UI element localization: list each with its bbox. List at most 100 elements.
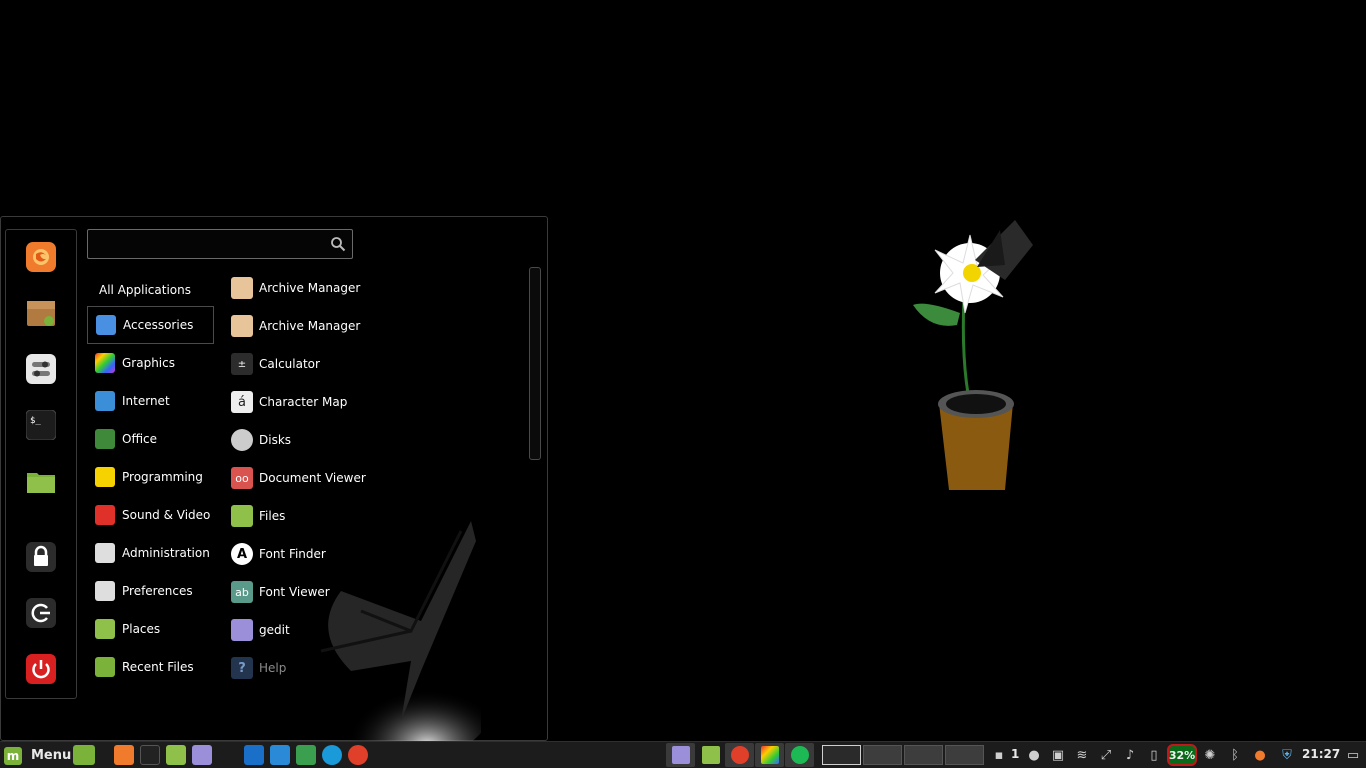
wifi-icon[interactable]: ≋ — [1072, 745, 1092, 765]
software-manager-icon[interactable] — [26, 298, 56, 328]
category-label: Internet — [122, 394, 170, 408]
text-editor-launcher-icon[interactable] — [192, 745, 212, 765]
category-administration[interactable]: Administration — [87, 534, 214, 572]
category-internet[interactable]: Internet — [87, 382, 214, 420]
settings-launcher-icon[interactable] — [270, 745, 290, 765]
window-gedit[interactable] — [666, 743, 695, 767]
terminal-launcher-icon[interactable] — [140, 745, 160, 765]
graphics-icon — [95, 353, 115, 373]
window-files[interactable] — [696, 743, 725, 767]
category-graphics[interactable]: Graphics — [87, 344, 214, 382]
category-recent-files[interactable]: Recent Files — [87, 648, 214, 686]
archive-manager-icon — [231, 315, 253, 337]
shield-icon[interactable]: ⛨ — [1277, 745, 1297, 765]
show-workspaces-icon[interactable]: ▭ — [1343, 745, 1363, 765]
calculator-icon: ± — [231, 353, 253, 375]
menu-button[interactable]: m Menu — [4, 745, 71, 766]
search-field[interactable] — [87, 229, 353, 259]
app-label: Document Viewer — [259, 471, 366, 485]
application-menu: $_ All Applications Accessories Graphics — [0, 216, 548, 746]
category-label: Administration — [122, 546, 210, 560]
search-input[interactable] — [94, 234, 319, 254]
category-label: Sound & Video — [122, 508, 211, 522]
window-chrome[interactable] — [725, 743, 754, 767]
disks-icon — [231, 429, 253, 451]
system-monitor-launcher-icon[interactable] — [218, 745, 238, 765]
font-finder-icon: A — [231, 543, 253, 565]
category-accessories[interactable]: Accessories — [87, 306, 214, 344]
character-map-icon: á — [231, 391, 253, 413]
search-icon — [331, 237, 346, 252]
app-label: Archive Manager — [259, 281, 361, 295]
app-label: Files — [259, 509, 286, 523]
category-programming[interactable]: Programming — [87, 458, 214, 496]
battery-indicator[interactable]: 32% — [1167, 744, 1197, 766]
app-document-viewer[interactable]: oo Document Viewer — [225, 460, 515, 496]
terminal-icon[interactable]: $_ — [26, 410, 56, 440]
category-sound-video[interactable]: Sound & Video — [87, 496, 214, 534]
app-label: Calculator — [259, 357, 320, 371]
cube-launcher-icon[interactable] — [296, 745, 316, 765]
workspace-1[interactable] — [822, 745, 861, 765]
category-preferences[interactable]: Preferences — [87, 572, 214, 610]
mint-logo-icon: m — [4, 746, 22, 765]
bluetooth-icon[interactable]: ᛒ — [1225, 745, 1245, 765]
svg-text:$_: $_ — [30, 416, 41, 426]
power-icon[interactable]: ▯ — [1144, 745, 1164, 765]
app-list-scrollbar[interactable] — [529, 267, 541, 460]
logout-icon[interactable] — [26, 598, 56, 628]
category-places[interactable]: Places — [87, 610, 214, 648]
shutdown-icon[interactable] — [26, 654, 56, 684]
app-label: Help — [259, 661, 287, 675]
show-desktop-icon[interactable] — [73, 745, 95, 765]
update-manager-icon[interactable]: ✺ — [1200, 745, 1220, 765]
gedit-icon — [231, 619, 253, 641]
recent-files-icon — [95, 657, 115, 677]
notifications-icon[interactable]: ▪ — [989, 745, 1009, 765]
document-viewer-icon: oo — [231, 467, 253, 489]
window-color-picker[interactable] — [755, 743, 784, 767]
category-label: All Applications — [99, 283, 191, 297]
app-label: Archive Manager — [259, 319, 361, 333]
app-label: Disks — [259, 433, 292, 447]
category-all-applications[interactable]: All Applications — [87, 275, 214, 305]
help-icon: ? — [231, 657, 253, 679]
app-archive-manager-2[interactable]: Archive Manager — [225, 308, 515, 344]
category-label: Preferences — [122, 584, 193, 598]
category-label: Programming — [122, 470, 203, 484]
bottom-panel: m Menu ▪ 1 ● ▣ ≋ ⤢ ♪ ▯ 32% ✺ ᛒ ● ⛨ 21:27… — [0, 741, 1366, 768]
app-disks[interactable]: Disks — [225, 422, 515, 458]
firefox-icon[interactable] — [26, 242, 56, 272]
chrome-window-icon — [730, 746, 749, 764]
category-label: Accessories — [123, 318, 194, 332]
firefox-launcher-icon[interactable] — [114, 745, 134, 765]
category-office[interactable]: Office — [87, 420, 214, 458]
workspace-2[interactable] — [863, 745, 902, 765]
skype-launcher-icon[interactable] — [322, 745, 342, 765]
system-settings-icon[interactable] — [26, 354, 56, 384]
document-launcher-icon[interactable] — [244, 745, 264, 765]
sound-icon[interactable]: ♪ — [1120, 745, 1140, 765]
workspace-3[interactable] — [904, 745, 943, 765]
app-archive-manager[interactable]: Archive Manager — [225, 270, 515, 306]
files-window-icon — [701, 746, 720, 764]
network-icon[interactable]: ⤢ — [1096, 745, 1116, 765]
clock[interactable]: 21:27 — [1302, 747, 1340, 761]
app-calculator[interactable]: ± Calculator — [225, 346, 515, 382]
workspace-4[interactable] — [945, 745, 984, 765]
lock-icon[interactable] — [26, 542, 56, 572]
gedit-window-icon — [671, 746, 690, 764]
app-character-map[interactable]: á Character Map — [225, 384, 515, 420]
favorites-sidebar: $_ — [5, 229, 77, 699]
programming-icon — [95, 467, 115, 487]
files-launcher-icon[interactable] — [166, 745, 186, 765]
screenshot-icon[interactable]: ▣ — [1048, 745, 1068, 765]
butterfly-watermark-image — [320, 521, 481, 746]
files-icon[interactable] — [26, 466, 56, 496]
font-viewer-icon: ab — [231, 581, 253, 603]
user-icon[interactable]: ● — [1024, 745, 1044, 765]
category-label: Recent Files — [122, 660, 194, 674]
window-spotify[interactable] — [785, 743, 814, 767]
chrome-launcher-icon[interactable] — [348, 745, 368, 765]
color-indicator-icon[interactable]: ● — [1250, 745, 1270, 765]
